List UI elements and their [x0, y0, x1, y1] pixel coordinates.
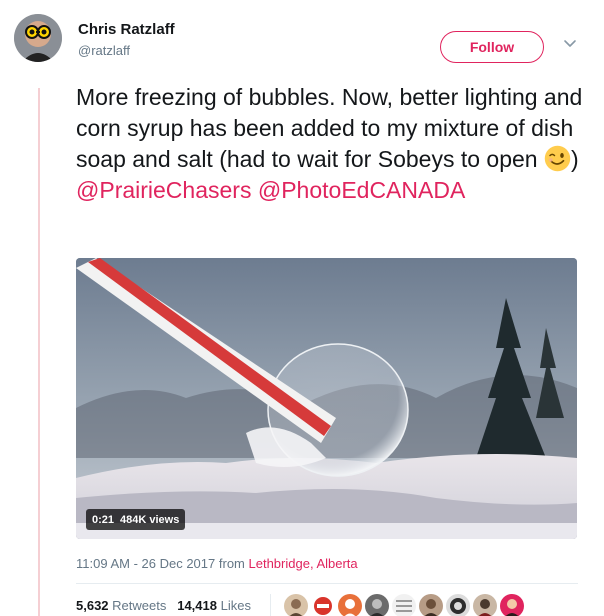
liker-avatar[interactable] — [392, 594, 416, 616]
tweet-text: More freezing of bubbles. Now, better li… — [76, 82, 586, 206]
thread-line — [38, 88, 40, 616]
liker-avatars — [284, 594, 524, 616]
divider — [76, 583, 578, 584]
avatar[interactable] — [14, 14, 62, 62]
mention-photoedcanada[interactable]: @PhotoEdCANADA — [258, 177, 465, 203]
winking-face-icon — [544, 145, 571, 172]
likes-stat[interactable]: 14,418 Likes — [177, 598, 251, 613]
retweets-stat[interactable]: 5,632 Retweets — [76, 598, 166, 613]
liker-avatar[interactable] — [473, 594, 497, 616]
tweet-body: More freezing of bubbles. Now, better li… — [76, 84, 583, 172]
likes-count: 14,418 — [177, 598, 217, 613]
liker-avatar[interactable] — [365, 594, 389, 616]
liker-avatar[interactable] — [284, 594, 308, 616]
author-name[interactable]: Chris Ratzlaff — [78, 21, 175, 38]
video-badge: 0:21 484K views — [86, 509, 186, 530]
chevron-down-icon[interactable] — [562, 36, 578, 52]
liker-avatar[interactable] — [500, 594, 524, 616]
tweet-meta: 11:09 AM - 26 Dec 2017 from Lethbridge, … — [76, 556, 358, 571]
video-player[interactable] — [76, 258, 577, 539]
retweets-count: 5,632 — [76, 598, 109, 613]
follow-button[interactable]: Follow — [440, 31, 544, 63]
likes-label: Likes — [220, 598, 251, 613]
liker-avatar[interactable] — [311, 594, 335, 616]
video-duration: 0:21 — [92, 513, 115, 526]
from-label: from — [218, 556, 245, 571]
tweet-body-end: ) — [570, 146, 579, 172]
tweet-timestamp[interactable]: 11:09 AM - 26 Dec 2017 — [76, 556, 215, 571]
liker-avatar[interactable] — [419, 594, 443, 616]
tweet-stats: 5,632 Retweets 14,418 Likes — [76, 598, 251, 613]
mention-prairiechasers[interactable]: @PrairieChasers — [76, 177, 251, 203]
video-views: 484K views — [120, 513, 180, 526]
stats-separator — [270, 594, 271, 616]
tweet-location[interactable]: Lethbridge, Alberta — [249, 556, 358, 571]
author-handle[interactable]: @ratzlaff — [78, 43, 130, 58]
liker-avatar[interactable] — [446, 594, 470, 616]
retweets-label: Retweets — [112, 598, 167, 613]
liker-avatar[interactable] — [338, 594, 362, 616]
